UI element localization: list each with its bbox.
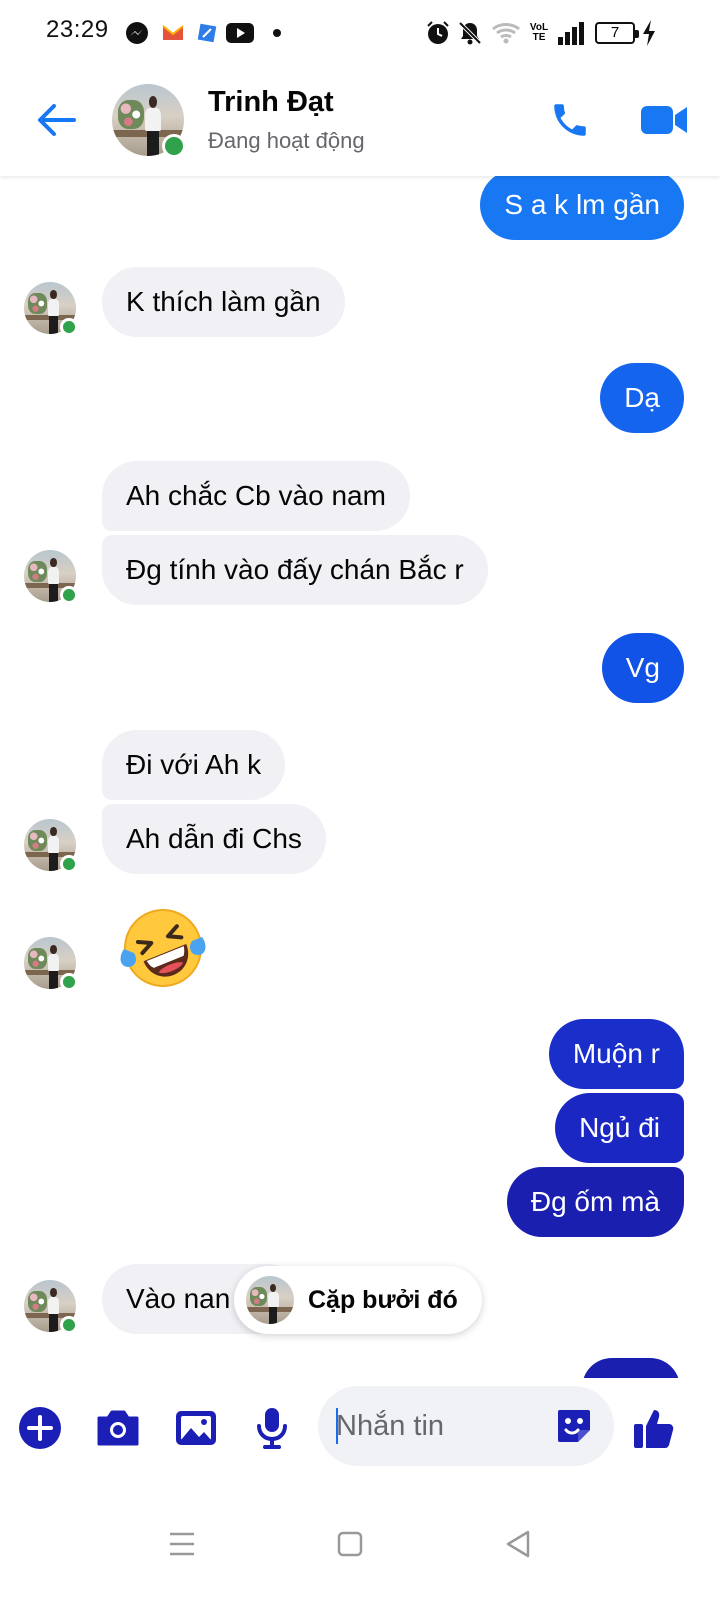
sender-avatar[interactable] [24, 550, 78, 604]
home-button[interactable] [320, 1514, 380, 1574]
home-icon [337, 1531, 363, 1557]
laughing-emoji-icon[interactable] [118, 903, 208, 993]
battery-icon: 7 [594, 20, 639, 46]
message-input-field[interactable] [318, 1386, 614, 1466]
online-indicator [60, 318, 78, 336]
back-icon [506, 1530, 530, 1558]
phone-icon [554, 104, 586, 136]
message-bubble-incoming[interactable]: K thích làm gần [102, 267, 345, 337]
chip-avatar [246, 1276, 294, 1324]
like-button[interactable] [626, 1400, 682, 1456]
reply-suggestion-chip[interactable]: Cặp bưởi đó [234, 1266, 482, 1334]
mail-app-icon [160, 20, 186, 46]
gallery-icon [176, 1411, 216, 1445]
status-bar: 23:29 VoLTE 7 [0, 0, 720, 66]
message-bubble-incoming[interactable]: Đg tính vào đấy chán Bắc r [102, 535, 488, 605]
online-indicator [60, 586, 78, 604]
sender-avatar[interactable] [24, 282, 78, 336]
chat-header: Trinh Đạt Đang hoạt động [0, 66, 720, 176]
video-camera-icon [641, 106, 687, 134]
reply-chip-text: Cặp bưởi đó [308, 1286, 458, 1314]
recent-apps-button[interactable] [152, 1514, 212, 1574]
dot-icon [270, 20, 284, 46]
sender-avatar[interactable] [24, 819, 78, 873]
message-bubble-incoming[interactable]: Ah chắc Cb vào nam [102, 461, 410, 531]
messenger-icon [124, 20, 150, 46]
sticker-icon [558, 1410, 590, 1442]
menu-icon [170, 1532, 194, 1556]
message-bubble-outgoing[interactable]: Vg [601, 633, 684, 703]
wifi-icon [490, 20, 522, 46]
system-navigation-bar [0, 1478, 720, 1612]
browser-app-icon [194, 20, 220, 46]
camera-icon [97, 1410, 139, 1446]
video-call-button[interactable] [636, 94, 692, 146]
message-input[interactable] [336, 1386, 546, 1466]
message-bubble-incoming[interactable]: Đi với Ah k [102, 730, 286, 800]
microphone-icon [257, 1408, 287, 1449]
sender-avatar[interactable] [24, 937, 78, 991]
contact-name[interactable]: Trinh Đạt [208, 86, 334, 119]
gallery-button[interactable] [168, 1400, 224, 1456]
camera-button[interactable] [90, 1400, 146, 1456]
volte-label: VoLTE [529, 22, 549, 43]
back-button[interactable] [30, 94, 82, 146]
voice-call-button[interactable] [544, 94, 596, 146]
mute-icon [456, 20, 484, 46]
status-time: 23:29 [46, 16, 109, 43]
add-button[interactable] [12, 1400, 68, 1456]
message-bubble-outgoing[interactable]: Dạ [600, 363, 684, 433]
volte-icon: VoLTE [528, 20, 550, 46]
signal-icon [556, 20, 586, 46]
sticker-button[interactable] [554, 1406, 594, 1446]
message-bubble-incoming[interactable]: Ah dẫn đi Chs [102, 804, 326, 874]
sender-avatar[interactable] [24, 1280, 78, 1334]
microphone-button[interactable] [244, 1400, 300, 1456]
thumbs-up-icon [634, 1410, 674, 1448]
battery-level: 7 [610, 24, 620, 41]
contact-avatar[interactable] [112, 84, 186, 158]
online-indicator [60, 855, 78, 873]
add-icon [19, 1407, 61, 1449]
nav-back-button[interactable] [488, 1514, 548, 1574]
message-composer [0, 1378, 720, 1478]
online-indicator [60, 973, 78, 991]
online-indicator [60, 1316, 78, 1334]
message-bubble-outgoing[interactable]: S a k lm gần [480, 170, 684, 240]
arrow-left-icon [38, 104, 76, 136]
message-bubble-outgoing[interactable]: Đg ốm mà [506, 1167, 684, 1237]
alarm-icon [424, 20, 452, 46]
youtube-icon [226, 20, 254, 46]
online-indicator [161, 133, 186, 158]
message-bubble-outgoing[interactable]: Ngủ đi [555, 1093, 684, 1163]
charging-icon [640, 20, 658, 46]
text-caret [336, 1408, 338, 1444]
contact-status: Đang hoạt động [208, 128, 365, 153]
message-bubble-outgoing[interactable]: Muộn r [548, 1019, 684, 1089]
